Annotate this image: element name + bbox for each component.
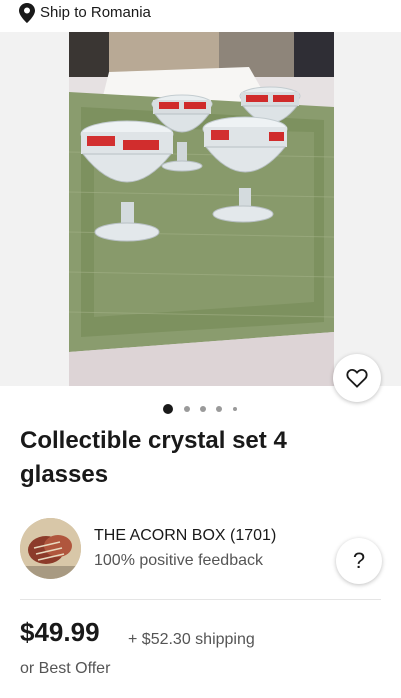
ship-to-bar[interactable]: Ship to Romania	[0, 0, 401, 32]
map-pin-icon	[19, 3, 35, 23]
pagination-dot[interactable]	[200, 406, 206, 412]
seller-feedback: 100% positive feedback	[94, 552, 263, 569]
listing-title: Collectible crystal set 4 glasses	[20, 427, 287, 488]
gallery-pagination	[0, 402, 401, 416]
item-price: $49.99	[20, 617, 100, 647]
help-button[interactable]: ?	[336, 538, 382, 584]
seller-avatar[interactable]	[20, 518, 81, 579]
heart-icon	[346, 368, 368, 388]
pagination-dot[interactable]	[184, 406, 190, 412]
pagination-dot-active[interactable]	[163, 404, 173, 414]
pagination-dot[interactable]	[233, 407, 237, 411]
question-mark-icon: ?	[352, 548, 366, 573]
glasses-photo	[69, 32, 334, 386]
section-divider	[20, 599, 381, 600]
shipping-cost: + $52.30 shipping	[128, 631, 255, 648]
product-photo[interactable]	[69, 32, 334, 386]
pagination-dot[interactable]	[216, 406, 222, 412]
seller-logo-image	[20, 518, 81, 579]
seller-name[interactable]: THE ACORN BOX (1701)	[94, 527, 276, 545]
best-offer-note: or Best Offer	[20, 660, 111, 677]
ship-to-label: Ship to Romania	[40, 4, 151, 21]
watch-button[interactable]	[333, 354, 381, 402]
